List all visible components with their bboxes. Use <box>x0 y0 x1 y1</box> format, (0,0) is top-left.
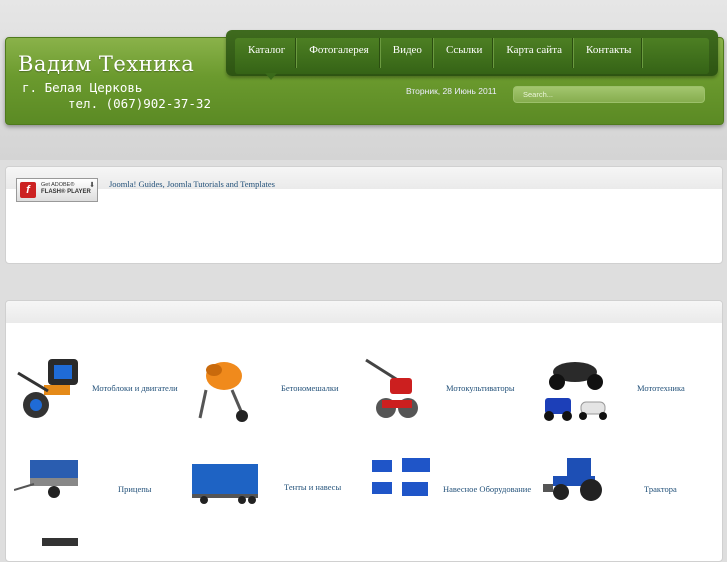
category-motorbikes[interactable]: Мототехника <box>637 383 685 393</box>
nav-item-sitemap[interactable]: Карта сайта <box>493 38 574 68</box>
site-brand[interactable]: Вадим Техника <box>18 52 194 76</box>
nav-item-video[interactable]: Видео <box>380 38 433 68</box>
trailer-icon[interactable] <box>14 456 82 500</box>
category-cultivators[interactable]: Мотокультиваторы <box>446 383 515 393</box>
tractor-icon[interactable] <box>543 454 611 502</box>
flash-icon: f <box>20 182 36 198</box>
category-tractors[interactable]: Трактора <box>644 484 677 494</box>
nav-item-catalog[interactable]: Каталог <box>235 38 297 68</box>
motoblock-icon[interactable] <box>14 355 86 423</box>
category-trailers[interactable]: Прицепы <box>118 484 152 494</box>
category-tents[interactable]: Тенты и навесы <box>284 482 341 492</box>
get-flash-player-button[interactable]: f Get ADOBE® FLASH® PLAYER ⬇ <box>16 178 98 202</box>
concrete-mixer-icon[interactable] <box>196 354 254 424</box>
site-city: г. Белая Церковь <box>22 80 143 95</box>
download-arrow-icon: ⬇ <box>89 181 95 189</box>
search-input[interactable]: Search... <box>513 86 705 103</box>
catalog-panel <box>5 300 723 562</box>
site-phone: тел. (067)902-37-32 <box>68 96 211 111</box>
category-concrete-mixers[interactable]: Бетономешалки <box>281 383 339 393</box>
nav-item-links[interactable]: Ссылки <box>433 38 494 68</box>
joomla-guides-link[interactable]: Joomla! Guides, Joomla Tutorials and Tem… <box>109 179 275 189</box>
nav-item-contacts[interactable]: Контакты <box>573 38 643 68</box>
motorbike-icon[interactable] <box>541 352 611 424</box>
cultivator-icon[interactable] <box>364 356 426 422</box>
nav-item-gallery[interactable]: Фотогалерея <box>296 38 380 68</box>
main-nav: Каталог Фотогалерея Видео Ссылки Карта с… <box>226 30 718 76</box>
category-attachments[interactable]: Навесное Оборудование <box>443 484 531 494</box>
current-date: Вторник, 28 Июнь 2011 <box>406 86 497 96</box>
nav-active-arrow-icon <box>265 73 277 80</box>
category-motoblocks[interactable]: Мотоблоки и двигатели <box>92 383 178 393</box>
tent-icon[interactable] <box>190 460 260 504</box>
attachment-icon[interactable] <box>368 456 432 500</box>
